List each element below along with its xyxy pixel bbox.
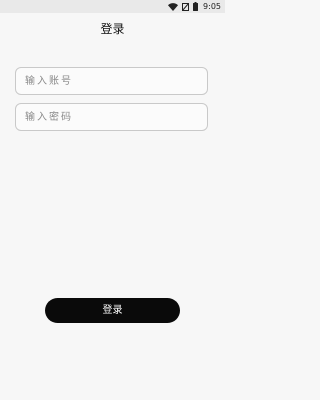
page-title: 登录 <box>100 22 125 36</box>
account-field[interactable] <box>15 67 208 95</box>
password-field[interactable] <box>15 103 208 131</box>
password-input[interactable] <box>16 104 207 130</box>
account-input[interactable] <box>16 68 207 94</box>
status-bar: 9:05 <box>0 0 225 13</box>
sim-icon <box>182 2 190 11</box>
status-time: 9:05 <box>203 2 221 11</box>
battery-icon <box>193 2 199 11</box>
wifi-icon <box>168 2 179 11</box>
status-icons: 9:05 <box>168 0 221 13</box>
login-button[interactable]: 登录 <box>45 298 180 323</box>
